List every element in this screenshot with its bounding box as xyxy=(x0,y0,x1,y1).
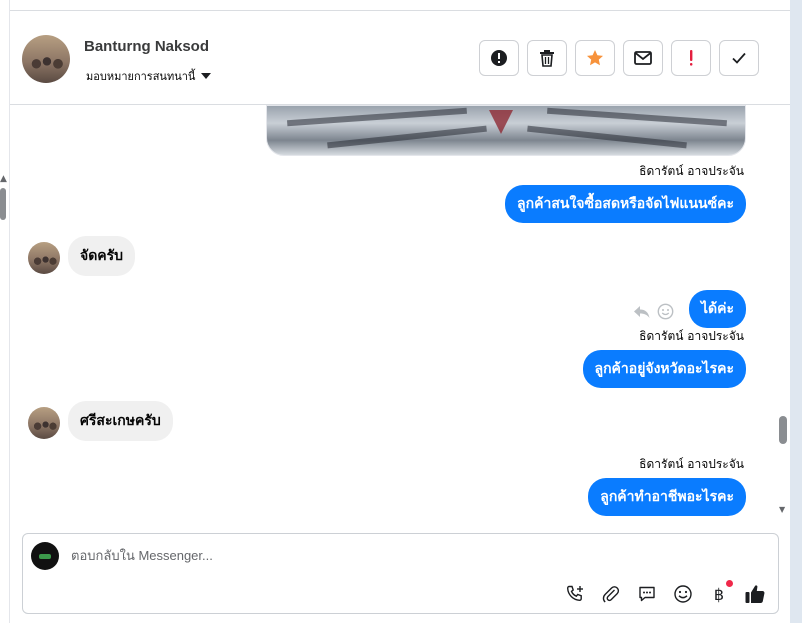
outgoing-message[interactable]: ลูกค้าทำอาชีพอะไรคะ xyxy=(588,478,746,516)
composer-tools: ฿ xyxy=(562,580,768,607)
reply-input[interactable] xyxy=(71,548,671,563)
message-sender: ธิดารัตน์ อาจประจัน xyxy=(639,164,744,178)
saved-replies-button[interactable] xyxy=(634,581,660,607)
chat-scrollbar-thumb[interactable] xyxy=(779,416,787,444)
conversation-header: Banturng Naksod มอบหมายการสนทนานี้ xyxy=(10,10,790,105)
image-detail xyxy=(489,110,513,134)
right-panel-edge xyxy=(790,0,802,623)
incoming-message[interactable]: ศรีสะเกษครับ xyxy=(68,401,173,441)
notification-dot xyxy=(726,580,733,587)
contact-avatar-small xyxy=(28,242,60,274)
star-button[interactable] xyxy=(575,40,615,76)
payment-button[interactable]: ฿ xyxy=(706,580,733,607)
mark-unread-button[interactable] xyxy=(623,40,663,76)
report-button[interactable] xyxy=(479,40,519,76)
contact-avatar[interactable] xyxy=(22,35,70,83)
assign-conversation-dropdown[interactable]: มอบหมายการสนทนานี้ xyxy=(86,67,212,85)
chat-bubble-icon xyxy=(639,586,655,602)
image-detail xyxy=(547,107,727,127)
envelope-icon xyxy=(634,51,652,65)
left-scrollbar-thumb[interactable] xyxy=(0,188,6,220)
phone-add-icon xyxy=(566,585,583,602)
mark-done-button[interactable] xyxy=(719,40,759,76)
image-detail xyxy=(327,125,487,149)
emoji-button[interactable] xyxy=(670,581,696,607)
smiley-icon xyxy=(674,585,692,603)
image-detail xyxy=(287,107,467,127)
outgoing-message[interactable]: ลูกค้าอยู่จังหวัดอะไรคะ xyxy=(582,350,746,388)
image-detail xyxy=(527,125,687,149)
outgoing-message[interactable]: ลูกค้าสนใจซื้อสดหรือจัดไฟแนนซ์คะ xyxy=(505,185,746,223)
page-avatar xyxy=(31,542,59,570)
message-sender: ธิดารัตน์ อาจประจัน xyxy=(639,457,744,471)
message-sender: ธิดารัตน์ อาจประจัน xyxy=(639,329,744,343)
outgoing-message[interactable]: ได้ค่ะ xyxy=(688,290,746,328)
spam-button[interactable] xyxy=(671,40,711,76)
baht-icon: ฿ xyxy=(713,584,725,604)
reply-icon[interactable] xyxy=(633,304,651,320)
message-composer: ฿ xyxy=(22,533,779,614)
attach-button[interactable] xyxy=(598,581,624,607)
exclamation-icon xyxy=(690,50,693,66)
delete-button[interactable] xyxy=(527,40,567,76)
image-attachment[interactable] xyxy=(266,105,746,156)
trash-icon xyxy=(540,50,554,67)
message-thread[interactable]: ธิดารัตน์ อาจประจัน ลูกค้าสนใจซื้อสดหรือ… xyxy=(10,105,790,523)
alert-circle-icon xyxy=(491,50,507,66)
contact-name[interactable]: Banturng Naksod xyxy=(84,38,209,55)
thumbs-up-icon xyxy=(745,585,765,603)
message-actions xyxy=(633,303,674,320)
contact-avatar-small xyxy=(28,407,60,439)
scroll-down-arrow-icon[interactable]: ▼ xyxy=(779,505,785,514)
assign-label: มอบหมายการสนทนานี้ xyxy=(86,70,196,83)
header-actions xyxy=(479,40,759,76)
check-icon xyxy=(732,52,746,64)
star-icon xyxy=(587,50,603,66)
paperclip-icon xyxy=(602,586,620,603)
caret-down-icon xyxy=(201,73,212,79)
like-button[interactable] xyxy=(742,581,768,607)
call-button[interactable] xyxy=(562,581,588,607)
scroll-up-arrow-icon[interactable]: ▲ xyxy=(0,174,7,184)
react-emoji-icon[interactable] xyxy=(657,303,674,320)
left-panel-edge: ▲ xyxy=(0,0,10,623)
incoming-message[interactable]: จัดครับ xyxy=(68,236,136,276)
